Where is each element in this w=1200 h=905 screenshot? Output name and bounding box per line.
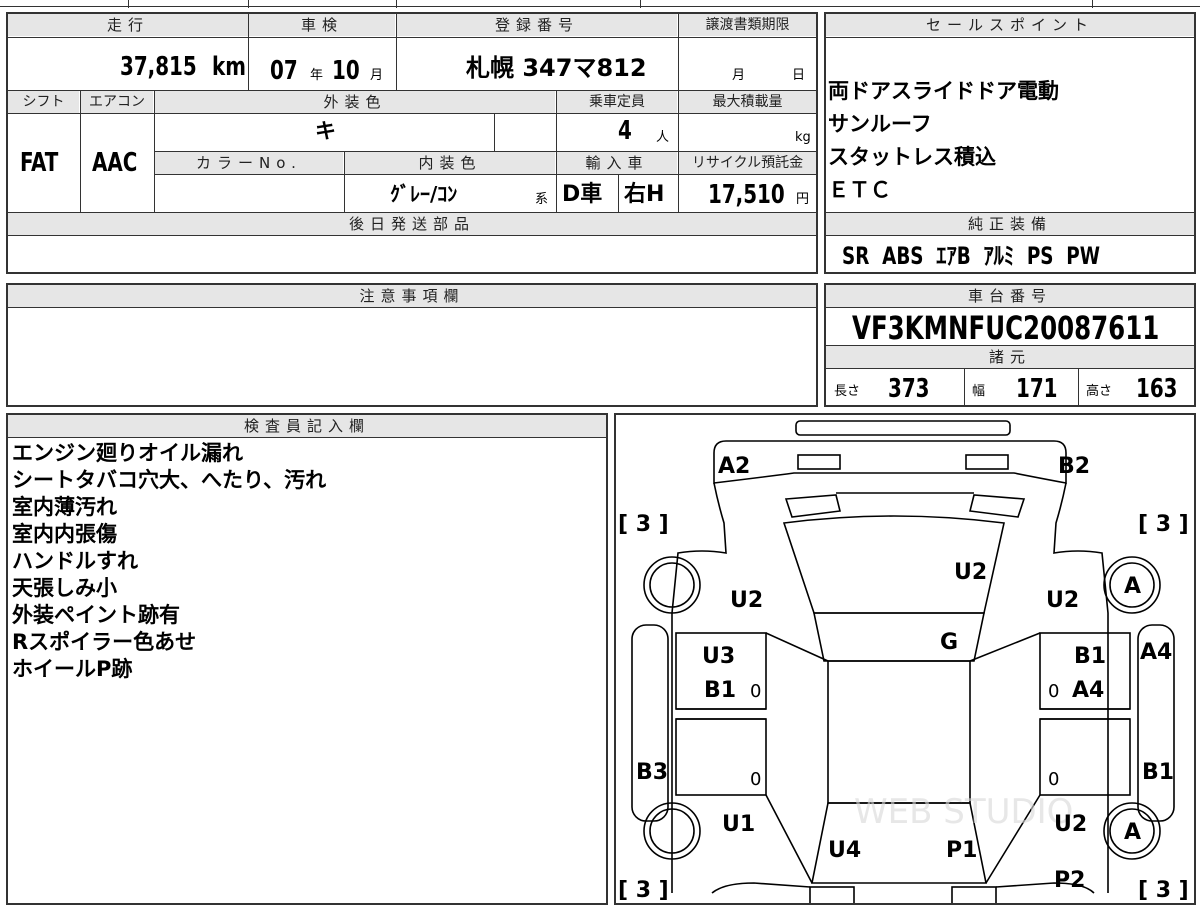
- shaken-header: 車検: [249, 14, 395, 36]
- damage-mark-b1-edge: B1: [1142, 760, 1174, 785]
- tyre-depth-fr: [ 3 ]: [1138, 512, 1189, 537]
- sales-points-header: セールスポイント: [826, 14, 1194, 36]
- damage-mark-u2-bonnet: U2: [954, 560, 987, 585]
- sales-point-item: サンルーフ: [828, 112, 932, 136]
- recycle-value: 17,510: [708, 180, 785, 210]
- deadline-header: 譲渡書類期限: [679, 14, 816, 36]
- damage-mark-a4-edge: A4: [1140, 640, 1172, 665]
- genuine-equipment-header: 純正装備: [826, 213, 1194, 235]
- interior-suffix: 系: [535, 192, 549, 207]
- genuine-equipment-value: SR ABS ｴｱB ｱﾙﾐ PS PW: [842, 242, 1100, 270]
- later-parts-header: 後日発送部品: [8, 213, 816, 235]
- inspector-line: ホイールP跡: [12, 657, 133, 681]
- deadline-month-unit: 月: [732, 68, 746, 83]
- deadline-day-unit: 日: [792, 68, 806, 83]
- inspector-line: 天張しみ小: [12, 576, 117, 600]
- capacity-value: 4: [618, 116, 632, 146]
- reg-no-header: 登録番号: [397, 14, 677, 36]
- height-value: 163: [1136, 374, 1178, 404]
- year-unit: 年: [310, 68, 324, 83]
- damage-mark-u3: U3: [702, 644, 735, 669]
- damage-mark-u4: U4: [828, 838, 861, 863]
- damage-mark-a-fr: A: [1124, 574, 1141, 599]
- inspector-comments: エンジン廻りオイル漏れ シートタバコ穴大、へたり、汚れ 室内薄汚れ 室内内張傷 …: [12, 440, 602, 690]
- tyre-depth-rl: [ 3 ]: [618, 878, 669, 903]
- handle-value: 右H: [624, 182, 665, 207]
- shaken-month: 10: [332, 56, 360, 86]
- color-no-header: カラーNo.: [155, 152, 343, 174]
- width-value: 171: [1016, 374, 1058, 404]
- inspector-line: 室内内張傷: [12, 522, 117, 546]
- inspector-line: Rスポイラー色あせ: [12, 630, 197, 654]
- length-label: 長さ: [834, 384, 861, 399]
- damage-mark-b1-r: B1: [1074, 644, 1106, 669]
- damage-mark-a-rr: A: [1124, 820, 1141, 845]
- inspector-line: ハンドルすれ: [12, 549, 138, 573]
- damage-mark-p1: P1: [946, 838, 977, 863]
- inspector-line: シートタバコ穴大、へたり、汚れ: [12, 468, 327, 492]
- inspector-line: 外装ペイント跡有: [12, 603, 180, 627]
- zero-mark: 0: [1048, 769, 1059, 790]
- damage-mark-b3: B3: [636, 760, 668, 785]
- sales-point-item: 両ドアスライドドア電動: [828, 79, 1059, 103]
- exterior-color-value: キ: [315, 119, 336, 143]
- notes-header: 注意事項欄: [8, 285, 816, 307]
- chassis-number: VF3KMNFUC20087611: [852, 309, 1160, 347]
- specs-header: 諸元: [826, 346, 1194, 368]
- height-label: 高さ: [1086, 384, 1113, 399]
- damage-mark-u1: U1: [722, 812, 755, 837]
- interior-color-value: ｸﾞﾚｰ/ｺﾝ: [390, 182, 458, 206]
- damage-mark-u2-rf: U2: [1046, 588, 1079, 613]
- max-load-header: 最大積載量: [679, 91, 816, 113]
- sales-points-list: 両ドアスライドドア電動 サンルーフ スタットレス積込 ＥＴＣ: [828, 78, 1188, 210]
- load-unit: kg: [795, 130, 811, 145]
- aircon-header: エアコン: [81, 91, 153, 113]
- shift-header: シフト: [8, 91, 79, 113]
- top-strip: [0, 0, 1200, 8]
- zero-mark: 0: [750, 681, 761, 702]
- registration-value: 札幌 347マ812: [466, 54, 647, 82]
- damage-mark-b1-l: B1: [704, 678, 736, 703]
- diagram-watermark: WEB STUDIO: [854, 792, 1073, 832]
- shift-value: FAT: [20, 148, 59, 178]
- car-diagram: WEB STUDIO A2 B2 [ 3 ] [ 3 ] [ 3 ] [ 3 ]…: [618, 420, 1189, 903]
- exterior-color-header: 外装色: [155, 91, 555, 113]
- damage-mark-b2: B2: [1058, 454, 1090, 479]
- inspector-line: 室内薄汚れ: [12, 495, 117, 519]
- damage-mark-g: G: [940, 630, 958, 655]
- damage-mark-a4-r: A4: [1072, 678, 1104, 703]
- sales-point-item: スタットレス積込: [828, 145, 996, 169]
- recycle-unit: 円: [796, 192, 810, 207]
- import-value: D車: [562, 182, 603, 207]
- mileage-unit: km: [212, 52, 246, 82]
- width-label: 幅: [972, 384, 986, 399]
- sales-point-item: ＥＴＣ: [828, 178, 891, 202]
- capacity-unit: 人: [656, 130, 670, 145]
- inspector-line: エンジン廻りオイル漏れ: [12, 441, 243, 465]
- zero-mark: 0: [750, 769, 761, 790]
- month-unit: 月: [370, 68, 384, 83]
- aircon-value: AAC: [92, 148, 138, 178]
- capacity-header: 乗車定員: [557, 91, 677, 113]
- length-value: 373: [888, 374, 930, 404]
- tyre-depth-rr: [ 3 ]: [1138, 878, 1189, 903]
- chassis-header: 車台番号: [826, 285, 1194, 307]
- damage-mark-a2: A2: [718, 454, 750, 479]
- damage-mark-u2-lf: U2: [730, 588, 763, 613]
- tyre-depth-fl: [ 3 ]: [618, 512, 669, 537]
- mileage-header: 走行: [8, 14, 248, 36]
- zero-mark: 0: [1048, 681, 1059, 702]
- damage-mark-p2: P2: [1054, 868, 1085, 893]
- interior-color-header: 内装色: [345, 152, 555, 174]
- damage-mark-u2-rr: U2: [1054, 812, 1087, 837]
- inspector-header: 検査員記入欄: [8, 415, 606, 437]
- recycle-header: リサイクル預託金: [679, 152, 816, 174]
- import-header: 輸入車: [557, 152, 677, 174]
- shaken-year: 07: [270, 56, 298, 86]
- mileage-value: 37,815: [120, 52, 197, 82]
- car-diagram-box: WEB STUDIO A2 B2 [ 3 ] [ 3 ] [ 3 ] [ 3 ]…: [614, 413, 1196, 905]
- later-parts-area: [8, 236, 816, 272]
